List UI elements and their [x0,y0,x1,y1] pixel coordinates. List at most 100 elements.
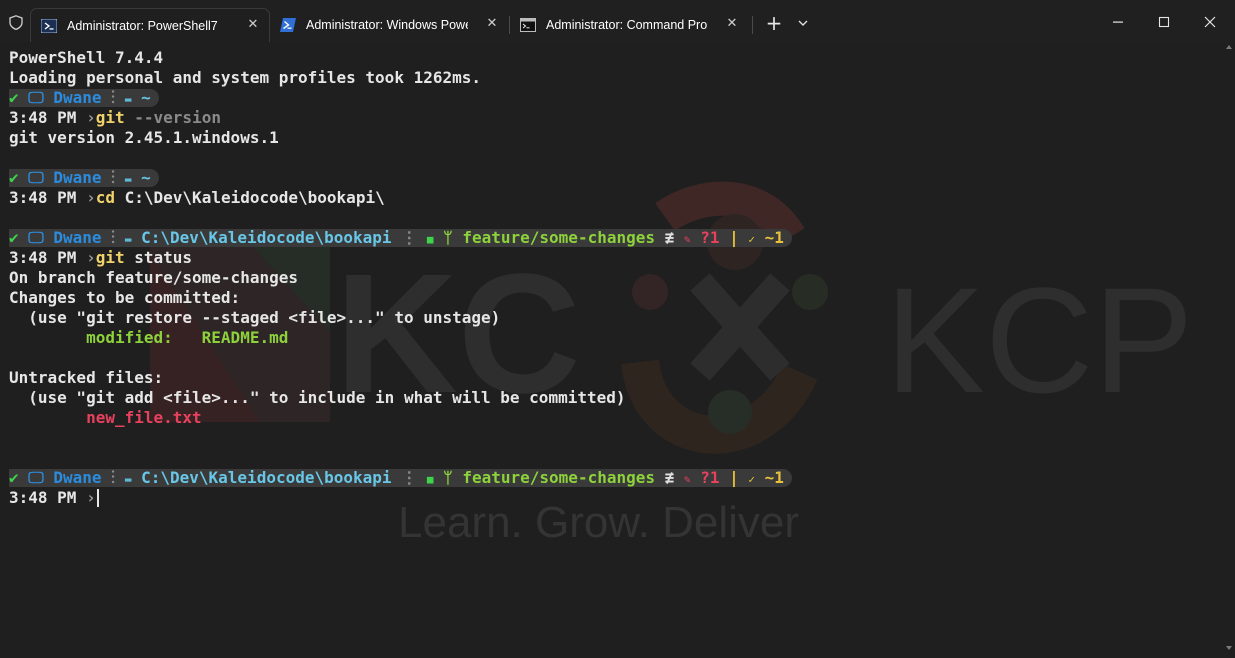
new-tab-button[interactable]: + [764,13,784,33]
command-arg: --version [134,108,221,127]
prompt-path: C:\Dev\Kaleidocode\bookapi [141,468,392,487]
output-line: Untracked files: [9,368,164,387]
command-arg: C:\Dev\Kaleidocode\bookapi\ [124,188,385,207]
powershell-icon [41,18,57,33]
prompt-time: 3:48 PM [9,188,77,207]
branch-icon: ᛘ [443,468,453,487]
check-icon: ✔ [9,228,19,247]
prompt-user: Dwane [53,88,102,107]
prompt-path: ~ [141,88,151,107]
folder-icon: ▬ [124,93,132,106]
prompt-status-line: ✔ 🖵 Dwane ⋮ ▬ C:\Dev\Kaleidocode\bookapi… [9,468,792,488]
command: git [95,248,125,267]
prompt-user: Dwane [53,468,102,487]
prompt-branch: feature/some-changes [462,468,655,487]
prompt-branch: feature/some-changes [462,228,655,247]
text-cursor[interactable] [96,489,99,507]
command: cd [95,188,115,207]
modified-label: modified: [9,328,202,347]
scroll-down-icon[interactable] [1226,646,1232,650]
tab-windows-powershell[interactable]: Administrator: Windows PowerShell ✕ [270,8,508,42]
prompt-status-line: ✔ 🖵 Dwane ⋮ ▬ ~ [9,168,792,188]
modified-count: ~1 [764,468,784,487]
prompt-path: ~ [141,168,151,187]
close-window-button[interactable] [1198,10,1222,34]
folder-icon: ▬ [124,173,132,186]
output-line: Changes to be committed: [9,288,241,307]
output-line: new_file.txt [9,408,792,428]
command-arg: status [134,248,193,267]
chevron-down-icon[interactable] [795,15,811,31]
prompt-status-line: ✔ 🖵 Dwane ⋮ ▬ ~ [9,88,792,108]
prompt-command-line[interactable]: 3:48 PM › [9,488,792,508]
chevron-right-icon: › [86,248,96,267]
separator-icon: ⋮ [111,88,116,107]
watermark-right-text: KCP [885,256,1193,424]
command-prompt-icon [520,18,536,32]
tab-command-prompt[interactable]: Administrator: Command Prompt ✕ [510,8,748,42]
prompt-segment: ✔ 🖵 Dwane ⋮ ▬ C:\Dev\Kaleidocode\bookapi… [9,469,792,487]
not-equal-icon: ≢ [664,468,675,487]
pipe-separator: | [729,228,739,247]
check-icon: ✔ [9,468,19,487]
tab-title: Administrator: Command Prompt [546,18,708,32]
separator-icon: ⋮ [401,228,418,247]
edit-icon: ✎ [683,233,691,246]
separator-icon: ⋮ [401,468,418,487]
tab-powershell7[interactable]: Administrator: PowerShell7 ✕ [30,8,270,42]
separator-icon: ⋮ [111,228,116,247]
prompt-segment: ✔ 🖵 Dwane ⋮ ▬ ~ [9,89,159,107]
untracked-count: ?1 [700,468,720,487]
windows-powershell-icon [280,18,296,32]
prompt-command-line: 3:48 PM ›git --version [9,108,792,128]
output-line: git version 2.45.1.windows.1 [9,128,279,147]
output-line: Loading personal and system profiles too… [9,68,482,87]
maximize-button[interactable] [1152,10,1176,34]
prompt-status-line: ✔ 🖵 Dwane ⋮ ▬ C:\Dev\Kaleidocode\bookapi… [9,228,792,248]
prompt-command-line: 3:48 PM ›git status [9,248,792,268]
terminal-pane[interactable]: KC KCP Learn. Grow. Deliver PowerShell 7… [0,42,1235,658]
modified-file: README.md [201,328,289,347]
separator-icon: ⋮ [111,168,116,187]
prompt-time: 3:48 PM [9,108,77,127]
output-line: modified: README.md [9,328,792,348]
computer-icon: 🖵 [28,228,44,247]
check-icon: ✔ [9,168,19,187]
prompt-command-line: 3:48 PM ›cd C:\Dev\Kaleidocode\bookapi\ [9,188,792,208]
staged-icon: ✓ [748,233,755,246]
chevron-right-icon: › [86,488,96,507]
prompt-user: Dwane [53,168,102,187]
untracked-file: new_file.txt [9,408,202,427]
minimize-button[interactable] [1106,10,1130,34]
computer-icon: 🖵 [28,468,44,487]
tab-title: Administrator: PowerShell7 [67,18,218,33]
computer-icon: 🖵 [28,168,44,187]
shield-icon [9,15,23,30]
folder-icon: ▬ [124,473,132,486]
prompt-time: 3:48 PM [9,488,77,507]
scroll-up-icon[interactable] [1226,45,1232,49]
terminal-output: PowerShell 7.4.4 Loading personal and sy… [9,48,792,508]
prompt-user: Dwane [53,228,102,247]
git-icon: ■ [426,473,434,486]
git-icon: ■ [426,233,434,246]
close-icon[interactable]: ✕ [725,17,739,31]
close-icon[interactable]: ✕ [246,18,260,32]
branch-icon: ᛘ [443,228,453,247]
prompt-segment: ✔ 🖵 Dwane ⋮ ▬ ~ [9,169,159,187]
output-line: (use "git restore --staged <file>..." to… [9,308,501,327]
separator-icon: ⋮ [111,468,116,487]
output-line: PowerShell 7.4.4 [9,48,164,67]
chevron-right-icon: › [86,188,96,207]
output-line: On branch feature/some-changes [9,268,298,287]
title-bar: Administrator: PowerShell7 ✕ Administrat… [0,0,1235,42]
folder-icon: ▬ [124,233,132,246]
command: git [95,108,125,127]
close-icon[interactable]: ✕ [485,17,499,31]
tab-divider [752,16,753,34]
computer-icon: 🖵 [28,88,44,107]
